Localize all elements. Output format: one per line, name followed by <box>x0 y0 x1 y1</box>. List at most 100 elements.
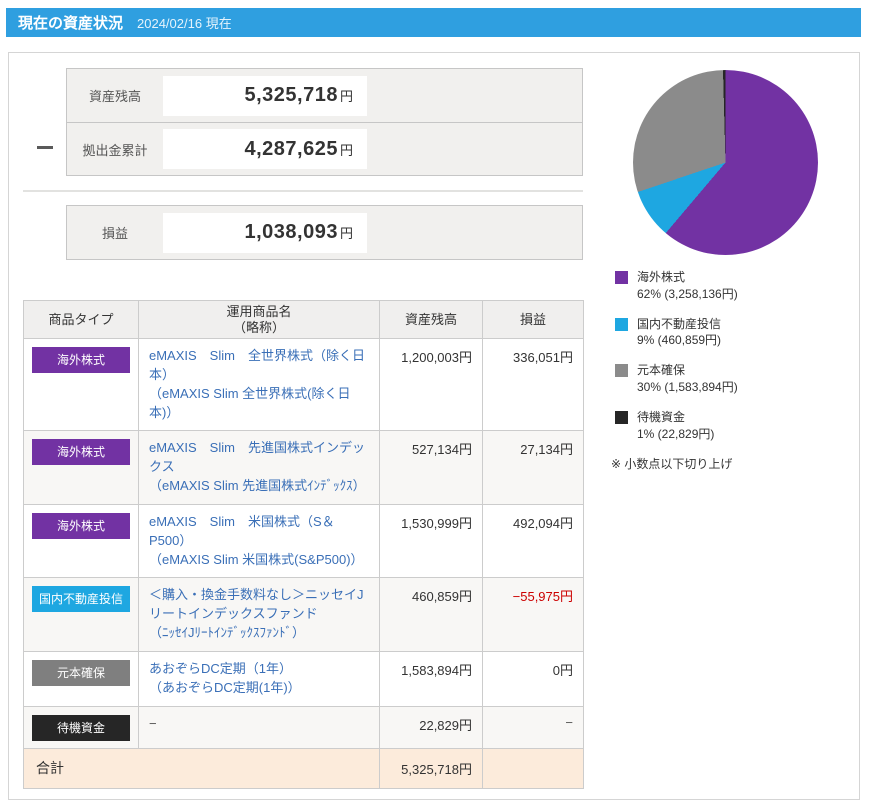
legend-detail: 30% (1,583,894円) <box>637 379 738 394</box>
product-type-cell: 海外株式 <box>23 430 139 505</box>
col-header-product-type: 商品タイプ <box>23 300 139 339</box>
col-header-balance: 資産残高 <box>379 300 483 339</box>
product-type-badge: 国内不動産投信 <box>32 586 130 613</box>
asset-balance-field: 5,325,718 円 <box>163 75 367 116</box>
table-row: 元本確保 あおぞらDC定期（1年） （あおぞらDC定期(1年)） 1,583,8… <box>23 650 584 707</box>
product-type-cell: 海外株式 <box>23 337 139 432</box>
asset-balance-unit: 円 <box>339 89 353 104</box>
product-type-cell: 待機資金 <box>23 705 139 749</box>
pl-cell: 336,051円 <box>482 337 584 432</box>
product-name-cell: あおぞらDC定期（1年） （あおぞらDC定期(1年)） <box>138 650 380 707</box>
product-name-link[interactable]: eMAXIS Slim 全世界株式（除く日本） <box>149 348 365 382</box>
minus-operator <box>36 146 53 149</box>
balance-cell: 1,583,894円 <box>379 650 483 707</box>
table-row: 海外株式 eMAXIS Slim 全世界株式（除く日本） （eMAXIS Sli… <box>23 337 584 432</box>
rounding-note: ※ 小数点以下切り上げ <box>611 457 733 472</box>
profit-loss-group: 損益 1,038,093 円 <box>66 205 583 260</box>
table-row: 海外株式 eMAXIS Slim 先進国株式インデックス （eMAXIS Sli… <box>23 430 584 505</box>
product-name-cell: ＜購入・換金手数料なし＞ニッセイJリートインデックスファンド （ﾆｯｾｲJﾘｰﾄ… <box>138 577 380 652</box>
pl-cell: 492,094円 <box>482 503 584 579</box>
product-type-badge: 元本確保 <box>32 659 130 686</box>
product-name-link[interactable]: eMAXIS Slim 先進国株式インデックス <box>149 440 365 474</box>
total-label: 合計 <box>23 747 380 789</box>
pl-cell: − <box>482 705 584 749</box>
asset-allocation-pie-chart <box>633 70 818 255</box>
legend-item: 海外株式 62% (3,258,136円) <box>615 269 845 303</box>
product-type-badge: 待機資金 <box>32 714 130 741</box>
profit-loss-label: 損益 <box>101 226 128 241</box>
product-type-cell: 元本確保 <box>23 650 139 707</box>
table-row: 海外株式 eMAXIS Slim 米国株式（S＆P500） （eMAXIS Sl… <box>23 503 584 579</box>
product-name-cell: eMAXIS Slim 先進国株式インデックス （eMAXIS Slim 先進国… <box>138 430 380 505</box>
asset-balance-label: 資産残高 <box>88 89 141 104</box>
balance-cell: 1,530,999円 <box>379 503 483 579</box>
equals-divider <box>23 190 583 192</box>
product-alias: （ﾆｯｾｲJﾘｰﾄｲﾝﾃﾞｯｸｽﾌｧﾝﾄﾞ） <box>149 625 306 641</box>
balance-minus-contribution-row: 資産残高 5,325,718 円 拠出金累計 4,287,625 円 <box>23 68 583 176</box>
product-type-badge: 海外株式 <box>32 347 130 373</box>
total-row: 合計 5,325,718円 <box>23 747 584 789</box>
product-alias: （あおぞらDC定期(1年)） <box>149 679 301 695</box>
as-of-date: 2024/02/16 現在 <box>137 16 232 31</box>
product-name-link[interactable]: あおぞらDC定期（1年） <box>149 661 292 676</box>
product-alias: （eMAXIS Slim 先進国株式ｲﾝﾃﾞｯｸｽ） <box>149 478 366 494</box>
legend-swatch <box>615 271 628 284</box>
product-alias: （eMAXIS Slim 米国株式(S&P500)） <box>149 551 364 567</box>
legend-label: 元本確保 <box>637 363 686 378</box>
legend-item: 元本確保 30% (1,583,894円) <box>615 362 845 396</box>
balance-cell: 527,134円 <box>379 430 483 505</box>
total-pl <box>482 747 584 789</box>
legend-detail: 1% (22,829円) <box>637 426 715 441</box>
product-name-cell: − <box>138 705 380 749</box>
table-row: 待機資金 − 22,829円 − <box>23 705 584 749</box>
col-header-product-name: 運用商品名 （略称） <box>138 300 380 339</box>
summary-and-table-column: 資産残高 5,325,718 円 拠出金累計 4,287,625 円 損益 1,… <box>23 68 584 789</box>
product-name-cell: eMAXIS Slim 米国株式（S＆P500） （eMAXIS Slim 米国… <box>138 503 380 579</box>
product-type-cell: 国内不動産投信 <box>23 577 139 652</box>
product-name-link[interactable]: ＜購入・換金手数料なし＞ニッセイJリートインデックスファンド <box>149 587 364 621</box>
pl-cell: 0円 <box>482 650 584 707</box>
balance-group: 資産残高 5,325,718 円 拠出金累計 4,287,625 円 <box>66 68 583 176</box>
legend-swatch <box>615 410 628 424</box>
legend-detail: 9% (460,859円) <box>637 333 722 348</box>
balance-cell: 22,829円 <box>379 705 483 749</box>
profit-loss-unit: 円 <box>339 226 353 241</box>
pl-cell: 27,134円 <box>482 430 584 505</box>
pie-legend: 海外株式 62% (3,258,136円) 国内不動産投信 9% (460,85… <box>615 269 845 442</box>
contribution-total-unit: 円 <box>339 142 353 158</box>
legend-detail: 62% (3,258,136円) <box>637 286 738 301</box>
holdings-table: 商品タイプ 運用商品名 （略称） 資産残高 損益 海外株式 eMAXIS Sli… <box>23 300 584 789</box>
legend-label: 海外株式 <box>637 270 686 284</box>
table-row: 国内不動産投信 ＜購入・換金手数料なし＞ニッセイJリートインデックスファンド （… <box>23 577 584 652</box>
total-balance: 5,325,718円 <box>379 747 483 789</box>
contribution-total-label: 拠出金累計 <box>82 142 148 158</box>
product-name-cell: eMAXIS Slim 全世界株式（除く日本） （eMAXIS Slim 全世界… <box>138 337 380 432</box>
balance-cell: 1,200,003円 <box>379 337 483 432</box>
chart-column: 海外株式 62% (3,258,136円) 国内不動産投信 9% (460,85… <box>583 68 845 789</box>
pl-cell: −55,975円 <box>482 577 584 652</box>
product-type-cell: 海外株式 <box>23 503 139 579</box>
operator-gutter <box>23 68 66 176</box>
legend-item: 国内不動産投信 9% (460,859円) <box>615 316 845 350</box>
profit-loss-value: 1,038,093 <box>244 221 338 243</box>
col-header-pl: 損益 <box>482 300 584 339</box>
legend-label: 待機資金 <box>637 409 686 424</box>
profit-loss-field: 1,038,093 円 <box>163 212 367 253</box>
product-name-link[interactable]: − <box>149 716 157 731</box>
balance-cell: 460,859円 <box>379 577 483 652</box>
asset-status-panel: 資産残高 5,325,718 円 拠出金累計 4,287,625 円 損益 1,… <box>8 52 860 800</box>
asset-balance-value: 5,325,718 <box>244 84 338 106</box>
product-type-badge: 海外株式 <box>32 439 130 466</box>
page-title: 現在の資産状況 <box>18 15 124 32</box>
product-type-badge: 海外株式 <box>32 512 130 539</box>
title-bar: 現在の資産状況 2024/02/16 現在 <box>6 8 861 37</box>
legend-swatch <box>615 317 628 331</box>
product-name-link[interactable]: eMAXIS Slim 米国株式（S＆P500） <box>149 514 335 548</box>
contribution-total-value: 4,287,625 <box>244 137 338 160</box>
asset-balance-row: 資産残高 5,325,718 円 <box>67 69 582 122</box>
legend-swatch <box>615 364 628 378</box>
contribution-total-row: 拠出金累計 4,287,625 円 <box>67 122 582 175</box>
product-alias: （eMAXIS Slim 全世界株式(除く日本)） <box>149 385 351 420</box>
profit-loss-row-wrap: 損益 1,038,093 円 <box>23 205 583 260</box>
contribution-total-field: 4,287,625 円 <box>163 129 367 169</box>
